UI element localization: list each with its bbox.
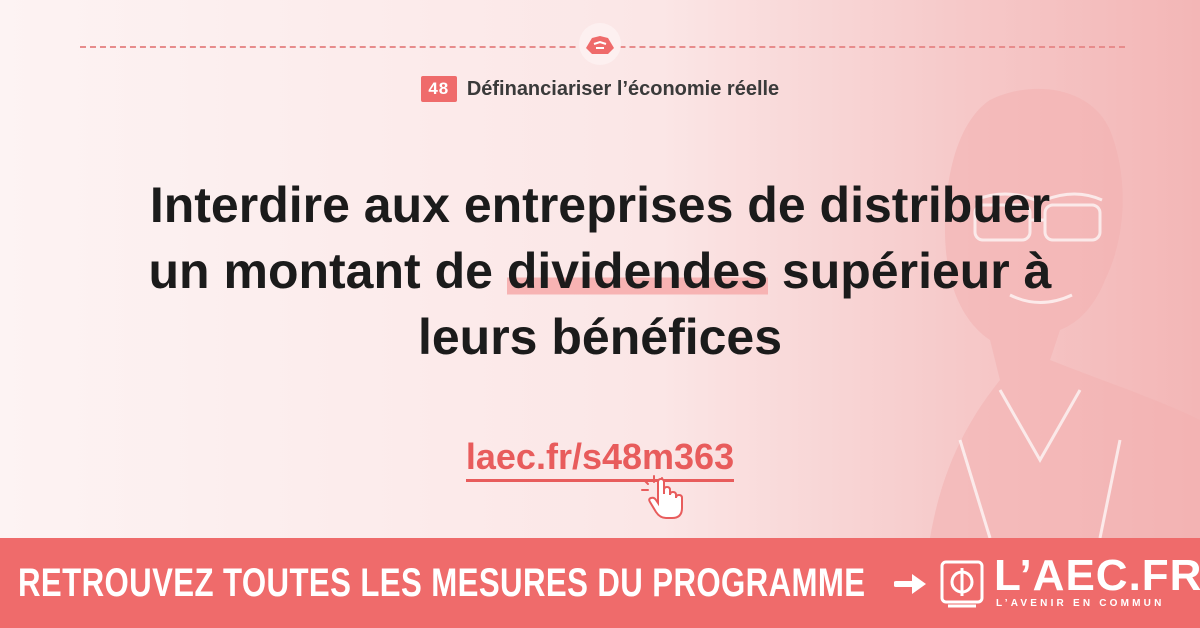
headline-line-2-before: un montant de — [148, 243, 507, 299]
headline-line-3: leurs bénéfices — [417, 309, 783, 365]
footer-cta-text: RETROUVEZ TOUTES LES MESURES DU PROGRAMM… — [18, 560, 866, 605]
headline-line-1: Interdire aux entreprises de distribuer — [149, 177, 1051, 233]
section-title: Définanciariser l’économie réelle — [466, 77, 780, 100]
arrow-right-icon — [894, 574, 926, 594]
measure-link-wrapper: laec.fr/s48m363 — [0, 436, 1200, 482]
headline-highlight: dividendes — [506, 243, 769, 299]
handshake-icon — [579, 23, 621, 65]
site-logo-tagline: L’AVENIR EN COMMUN — [996, 598, 1165, 609]
headline-line-2-after: supérieur à — [768, 243, 1052, 299]
measure-headline: Interdire aux entreprises de distribuer … — [60, 172, 1140, 370]
phi-logo-icon — [940, 560, 984, 608]
section-header: 48 Définanciariser l’économie réelle — [0, 74, 1200, 104]
measure-link[interactable]: laec.fr/s48m363 — [465, 436, 735, 482]
pointer-hand-icon — [641, 475, 683, 519]
headline-line-2: un montant de dividendes supérieur à — [60, 238, 1140, 304]
measure-number-badge: 48 — [420, 76, 457, 102]
site-logo-text[interactable]: L’AEC.FR — [994, 552, 1200, 600]
